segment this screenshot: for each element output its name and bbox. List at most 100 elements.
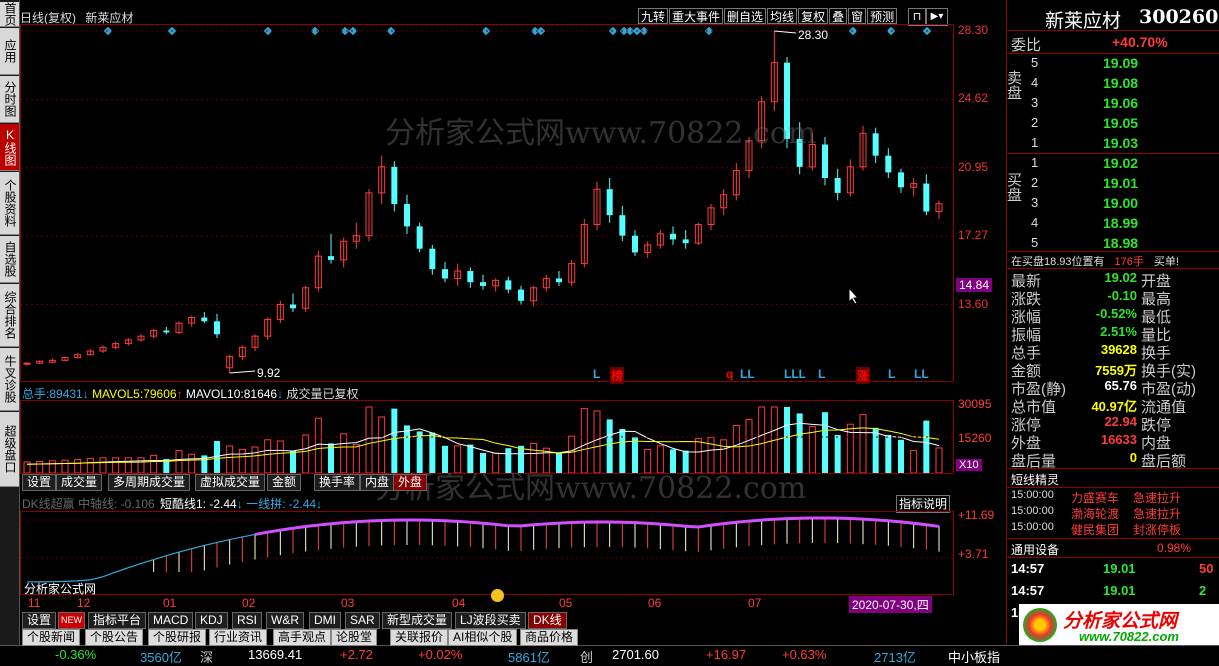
left-tab-4[interactable]: 个股资料 xyxy=(0,172,19,235)
volume-tab-7[interactable]: 外盘 xyxy=(393,474,427,491)
candle-body xyxy=(163,331,169,333)
status-item-9: +16.97 xyxy=(706,647,746,662)
elves-time: 15:00:00 xyxy=(1011,505,1054,517)
volume-tab-5[interactable]: 换手率 xyxy=(314,474,360,491)
stat-value: 19.02 xyxy=(1067,270,1137,285)
buy-price[interactable]: 18.98 xyxy=(1103,235,1138,251)
info-tab-2[interactable]: 个股研报 xyxy=(148,629,206,646)
stat-value: 39628 xyxy=(1067,342,1137,357)
volume-bar xyxy=(303,435,309,473)
candle-body xyxy=(404,204,410,226)
indicator-tab-2[interactable]: 指标平台 xyxy=(88,612,146,629)
elves-time: 15:00:00 xyxy=(1011,489,1054,501)
status-item-12: 中小板指 xyxy=(948,647,1000,666)
sell-price[interactable]: 19.05 xyxy=(1103,115,1138,131)
candle-body xyxy=(885,156,891,173)
elves-stock[interactable]: 力盛赛车 xyxy=(1071,489,1119,506)
indicator-highlight xyxy=(736,521,749,522)
indicator-line1: -2.44 xyxy=(209,497,236,511)
stat-value: 7559万 xyxy=(1067,360,1137,379)
indicator-highlight xyxy=(458,521,471,522)
sell-level: 5 xyxy=(1031,55,1038,70)
volume-bar xyxy=(873,428,879,473)
indicator-pane[interactable] xyxy=(20,511,954,595)
buy-price[interactable]: 18.99 xyxy=(1103,215,1138,231)
left-tab-5[interactable]: 自选股 xyxy=(0,236,19,283)
indicator-tab-6[interactable]: W&R xyxy=(266,612,304,629)
candle-body xyxy=(429,249,435,269)
site-logo: 分析家公式网www.70822.com xyxy=(1019,604,1219,646)
mavol5: 79606 xyxy=(143,387,176,401)
toolbar-button-7[interactable]: 预测 xyxy=(867,8,897,24)
low-label: 9.92 xyxy=(257,366,280,380)
stat-value: 40.97亿 xyxy=(1067,396,1137,415)
info-tab-0[interactable]: 个股新闻 xyxy=(22,629,80,646)
left-tab-2[interactable]: 分时图 xyxy=(0,76,19,123)
indicator-tab-5[interactable]: RSI xyxy=(232,612,262,629)
info-tab-6[interactable]: 关联报价 xyxy=(390,629,448,646)
toolbar-button-6[interactable]: 窗 xyxy=(848,8,866,24)
volume-tab-2[interactable]: 多周期成交量 xyxy=(108,474,190,491)
volume-tab-6[interactable]: 内盘 xyxy=(360,474,394,491)
toolbar-button-5[interactable]: 叠 xyxy=(829,8,847,24)
price-axis-label: 20.95 xyxy=(958,160,988,174)
info-tab-5[interactable]: 论股堂 xyxy=(331,629,377,646)
info-tab-8[interactable]: 商品价格 xyxy=(520,629,578,646)
sector-label[interactable]: 通用设备 xyxy=(1011,541,1059,558)
buy-price[interactable]: 19.00 xyxy=(1103,195,1138,211)
sell-price[interactable]: 19.03 xyxy=(1103,135,1138,151)
volume-bar xyxy=(366,407,372,473)
watermark-text-2: 分析家公式网www.70822.com xyxy=(375,463,806,507)
kline-pane[interactable] xyxy=(20,24,954,382)
indicator-tab-3[interactable]: MACD xyxy=(148,612,193,629)
toolbar-button-2[interactable]: 删自选 xyxy=(724,8,766,24)
volume-tab-1[interactable]: 成交量 xyxy=(56,474,102,491)
left-tab-1[interactable]: 应用 xyxy=(0,28,19,75)
indicator-tab-0[interactable]: 设置 xyxy=(22,612,56,629)
volume-bar xyxy=(62,460,68,473)
date-axis-label: 06 xyxy=(648,596,661,610)
left-tab-0[interactable]: 首页 xyxy=(0,2,19,27)
buy-price[interactable]: 19.02 xyxy=(1103,155,1138,171)
indicator-tab-7[interactable]: DMI xyxy=(309,612,341,629)
left-tab-7[interactable]: 牛叉诊股 xyxy=(0,348,19,411)
indicator-highlight xyxy=(331,523,344,524)
volume-tab-4[interactable]: 金额 xyxy=(267,474,301,491)
status-item-3: 13669.41 xyxy=(248,647,302,662)
info-tab-3[interactable]: 行业资讯 xyxy=(209,629,267,646)
info-tab-4[interactable]: 高手观点 xyxy=(273,629,331,646)
toolbar-button-0[interactable]: 九转 xyxy=(638,8,668,24)
volume-tab-3[interactable]: 虚拟成交量 xyxy=(195,474,265,491)
info-tab-7[interactable]: AI相似个股 xyxy=(448,629,517,646)
flower-icon xyxy=(1023,608,1057,642)
signal-marker: L xyxy=(593,367,600,381)
indicator-tab-8[interactable]: SAR xyxy=(345,612,380,629)
info-tab-1[interactable]: 个股公告 xyxy=(85,629,143,646)
left-tab-8[interactable]: 超级盘口 xyxy=(0,412,19,487)
buy-price[interactable]: 19.01 xyxy=(1103,175,1138,191)
indicator-highlight xyxy=(445,521,458,522)
volume-bar xyxy=(936,448,942,473)
elves-time: 15:00:00 xyxy=(1011,521,1054,533)
indicator-tab-9[interactable]: 新型成交量 xyxy=(382,612,452,629)
left-tab-3[interactable]: K线图 xyxy=(0,124,19,171)
indicator-tab-4[interactable]: KDJ xyxy=(195,612,228,629)
sell-price[interactable]: 19.06 xyxy=(1103,95,1138,111)
volume-tab-0[interactable]: 设置 xyxy=(22,474,56,491)
sell-price[interactable]: 19.09 xyxy=(1103,55,1138,71)
indicator-tab-1[interactable]: NEW xyxy=(58,612,85,629)
toolbar-button-3[interactable]: 均线 xyxy=(767,8,797,24)
volume-bar xyxy=(151,455,157,473)
indicator-tab-11[interactable]: DK线 xyxy=(528,612,567,629)
sell-price[interactable]: 19.08 xyxy=(1103,75,1138,91)
toolbar-button-4[interactable]: 复权 xyxy=(798,8,828,24)
elves-stock[interactable]: 健民集团 xyxy=(1071,521,1119,538)
left-tab-6[interactable]: 综合排名 xyxy=(0,284,19,347)
toolbar-button-1[interactable]: 重大事件 xyxy=(669,8,723,24)
elves-stock[interactable]: 渤海轮渡 xyxy=(1071,505,1119,522)
indicator-highlight xyxy=(926,525,939,527)
indicator-tab-10[interactable]: LJ波段买卖 xyxy=(455,612,526,629)
weibi-value: +40.70% xyxy=(1112,34,1168,50)
price-axis-label: 13.60 xyxy=(958,297,988,311)
volume-note: 成交量已复权 xyxy=(286,387,358,401)
